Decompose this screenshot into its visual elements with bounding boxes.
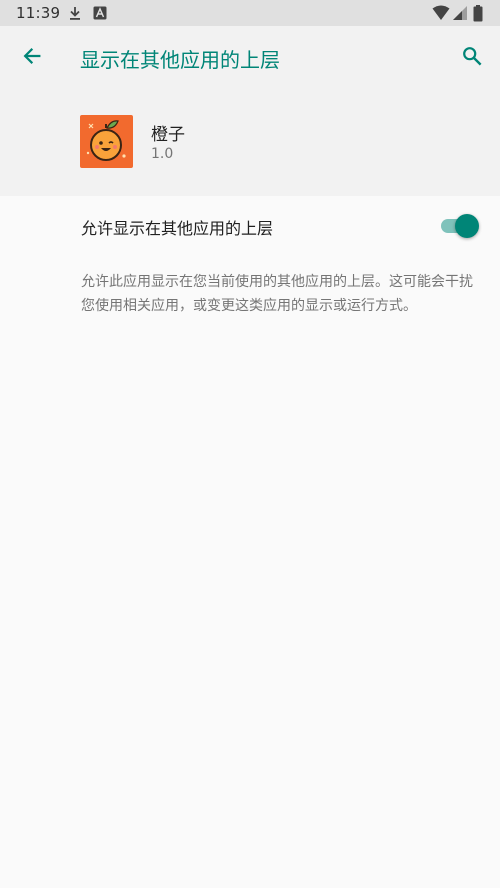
setting-label: 允许显示在其他应用的上层 bbox=[81, 219, 274, 238]
allow-overlay-setting[interactable]: 允许显示在其他应用的上层 bbox=[0, 196, 500, 256]
app-version: 1.0 bbox=[151, 146, 174, 162]
search-icon bbox=[461, 45, 483, 71]
search-button[interactable] bbox=[452, 38, 492, 78]
allow-overlay-switch[interactable] bbox=[439, 214, 479, 238]
notification-a-icon bbox=[93, 5, 107, 24]
page-title: 显示在其他应用的上层 bbox=[80, 48, 280, 72]
arrow-back-icon bbox=[21, 45, 43, 71]
status-bar: 11:39 bbox=[0, 0, 500, 26]
status-time: 11:39 bbox=[16, 4, 61, 22]
orange-app-icon bbox=[80, 115, 133, 168]
cellular-signal-icon bbox=[452, 5, 468, 25]
setting-description: 允许此应用显示在您当前使用的其他应用的上层。这可能会干扰您使用相关应用，或变更这… bbox=[81, 274, 473, 314]
app-info-header: 橙子 1.0 bbox=[0, 90, 500, 196]
app-bar: 显示在其他应用的上层 bbox=[0, 26, 500, 90]
back-button[interactable] bbox=[12, 38, 52, 78]
app-name: 橙子 bbox=[151, 125, 185, 145]
wifi-icon bbox=[432, 5, 450, 25]
download-icon bbox=[67, 5, 83, 25]
battery-icon bbox=[473, 5, 483, 26]
switch-thumb bbox=[455, 214, 479, 238]
